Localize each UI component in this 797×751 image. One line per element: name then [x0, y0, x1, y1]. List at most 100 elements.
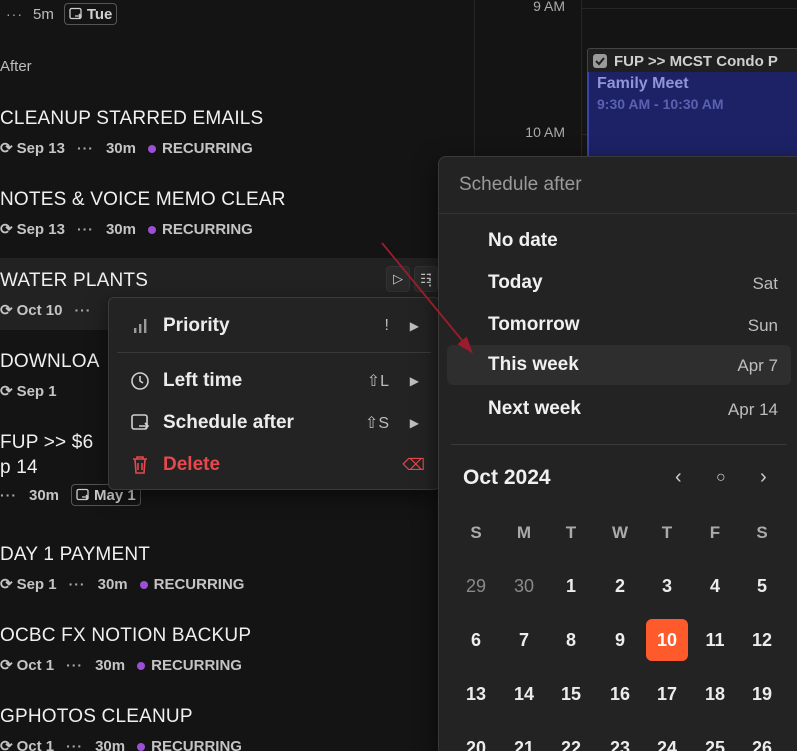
option-next-week[interactable]: Next week Apr 14	[447, 389, 791, 429]
calendar-day[interactable]: 3	[646, 565, 688, 607]
calendar-day[interactable]: 9	[599, 619, 641, 661]
checkbox-checked-icon	[593, 54, 607, 68]
chevron-left-icon[interactable]: ‹	[675, 466, 682, 489]
more-vertical-icon[interactable]: ⋮	[422, 270, 438, 290]
more-dots-icon: ···	[74, 302, 92, 318]
calendar-day[interactable]: 11	[694, 619, 736, 661]
calendar-day[interactable]: 26	[741, 727, 783, 751]
shortcut-label: ⇧L	[366, 373, 389, 390]
calendar-day[interactable]: 7	[503, 619, 545, 661]
menu-item-priority[interactable]: Priority ! ▶	[109, 306, 439, 346]
hour-label: 10 AM	[525, 124, 565, 140]
calendar-day[interactable]: 17	[646, 673, 688, 715]
section-label-after: After	[0, 58, 32, 75]
option-today[interactable]: Today Sat	[447, 263, 791, 303]
task-context-menu: Priority ! ▶ Left time ⇧L ▶ Schedule aft…	[108, 297, 440, 490]
shortcut-label: ⌫	[402, 457, 425, 474]
calendar-day[interactable]: 25	[694, 727, 736, 751]
today-circle-icon[interactable]: ○	[716, 469, 726, 487]
chevron-right-icon[interactable]: ›	[760, 466, 767, 489]
recurring-dot	[139, 580, 148, 589]
calendar-day[interactable]: 1	[550, 565, 592, 607]
calendar-day[interactable]: 22	[550, 727, 592, 751]
calendar-day[interactable]: 6	[455, 619, 497, 661]
task-title: OCBC FX NOTION BACKUP	[0, 625, 252, 646]
calendar-day[interactable]: 19	[741, 673, 783, 715]
more-dots-icon: ···	[68, 576, 86, 592]
calendar-day[interactable]: 15	[550, 673, 592, 715]
recurring-dot	[147, 225, 156, 234]
recurring-icon: ⟳	[0, 302, 13, 319]
task-row[interactable]: NOTES & VOICE MEMO CLEAR ⟳ Sep 13 ··· 30m…	[0, 189, 474, 249]
calendar-day[interactable]: 2	[599, 565, 641, 607]
trash-icon	[129, 454, 151, 476]
recurring-dot	[137, 661, 146, 670]
weekday-label: S	[756, 523, 768, 542]
option-this-week[interactable]: This week Apr 7	[447, 345, 791, 385]
option-no-date[interactable]: No date	[447, 221, 791, 261]
calendar-day[interactable]: 24	[646, 727, 688, 751]
schedule-icon	[129, 412, 151, 434]
month-label: Oct 2024	[463, 466, 551, 489]
weekday-label: F	[709, 523, 721, 542]
recurring-icon: ⟳	[0, 383, 13, 400]
task-meta-top: ··· 5m Tue	[6, 2, 118, 26]
recurring-icon: ⟳	[0, 140, 13, 157]
weekday-label: W	[611, 523, 629, 542]
task-meta: ⟳ Sep 1 ··· 30m RECURRING	[0, 575, 245, 594]
task-row[interactable]: DAY 1 PAYMENT ⟳ Sep 1 ··· 30m RECURRING	[0, 544, 474, 604]
menu-item-schedule-after[interactable]: Schedule after ⇧S ▶	[109, 403, 439, 443]
task-meta: ⟳ Sep 13 ··· 30m RECURRING	[0, 220, 253, 239]
schedule-icon	[76, 488, 89, 501]
calendar-day[interactable]: 5	[741, 565, 783, 607]
event-name: Family Meet	[597, 75, 689, 92]
schedule-after-submenu: Schedule after No date Today Sat Tomorro…	[438, 156, 797, 751]
calendar-day-today[interactable]: 10	[646, 619, 688, 661]
chevron-right-icon: ▶	[409, 374, 419, 388]
recurring-dot	[147, 144, 156, 153]
task-title: CLEANUP STARRED EMAILS	[0, 108, 264, 129]
recurring-icon: ⟳	[0, 576, 13, 593]
calendar-day[interactable]: 20	[455, 727, 497, 751]
calendar-day[interactable]: 18	[694, 673, 736, 715]
option-tomorrow[interactable]: Tomorrow Sun	[447, 305, 791, 345]
schedule-chip[interactable]: Tue	[63, 3, 118, 25]
event-time: 9:30 AM - 10:30 AM	[597, 96, 724, 112]
hour-line	[581, 8, 797, 9]
shortcut-label: ⇧S	[364, 415, 389, 432]
calendar-day[interactable]: 23	[599, 727, 641, 751]
menu-item-left-time[interactable]: Left time ⇧L ▶	[109, 361, 439, 401]
more-dots-icon: ···	[66, 657, 84, 673]
task-row[interactable]: OCBC FX NOTION BACKUP ⟳ Oct 1 ··· 30m REC…	[0, 625, 474, 685]
more-dots-icon: ···	[66, 738, 84, 751]
calendar-day[interactable]: 29	[455, 565, 497, 607]
recurring-icon: ⟳	[0, 657, 13, 674]
task-meta: ⟳ Sep 13 ··· 30m RECURRING	[0, 139, 253, 158]
submenu-header: Schedule after	[459, 174, 582, 195]
chevron-right-icon: ▶	[409, 319, 419, 333]
task-row[interactable]: GPHOTOS CLEANUP ⟳ Oct 1 ··· 30m RECURRING	[0, 706, 474, 751]
calendar-day[interactable]: 12	[741, 619, 783, 661]
task-row[interactable]: CLEANUP STARRED EMAILS ⟳ Sep 13 ··· 30m R…	[0, 108, 474, 168]
calendar-day[interactable]: 4	[694, 565, 736, 607]
calendar-day[interactable]: 30	[503, 565, 545, 607]
task-meta: ⟳ Oct 1 ··· 30m RECURRING	[0, 736, 474, 751]
recurring-icon: ⟳	[0, 221, 13, 238]
calendar-event-family-meet[interactable]: Family Meet 9:30 AM - 10:30 AM	[587, 72, 797, 162]
calendar-day[interactable]: 8	[550, 619, 592, 661]
clock-icon	[129, 370, 151, 392]
calendar-event-fup[interactable]: FUP >> MCST Condo P	[587, 48, 797, 74]
recurring-dot	[137, 742, 146, 751]
recurring-icon: ⟳	[0, 738, 13, 751]
schedule-icon	[69, 7, 82, 20]
submenu-divider	[439, 213, 797, 214]
play-icon[interactable]: ▷	[386, 266, 410, 292]
calendar-day[interactable]: 14	[503, 673, 545, 715]
more-dots-icon: ···	[76, 221, 94, 237]
calendar-day[interactable]: 13	[455, 673, 497, 715]
calendar-day[interactable]: 16	[599, 673, 641, 715]
more-dots-icon: ···	[0, 487, 17, 503]
calendar-day[interactable]: 21	[503, 727, 545, 751]
menu-item-delete[interactable]: Delete ⌫	[109, 445, 439, 485]
calendar-divider	[451, 444, 787, 445]
